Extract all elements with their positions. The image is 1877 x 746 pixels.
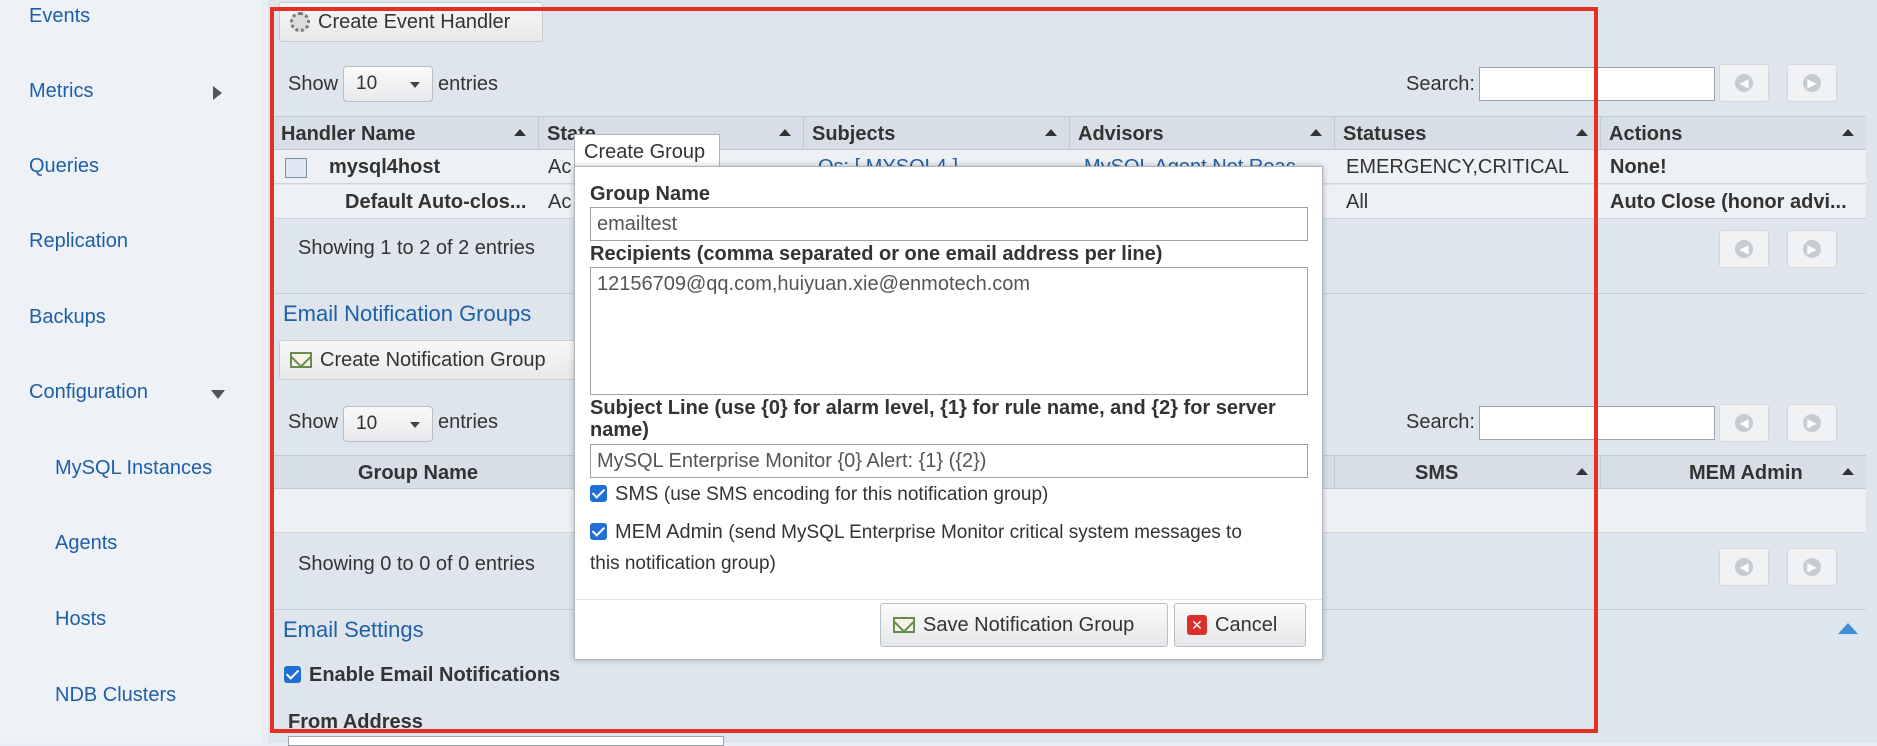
sms-checkbox[interactable]: SMS (use SMS encoding for this notificat… [590,483,1048,506]
sort-icon [1576,468,1588,475]
sort-icon [1842,129,1854,136]
close-icon: ✕ [1187,615,1207,635]
sidebar-item-hosts[interactable]: Hosts [55,608,106,631]
create-event-handler-button[interactable]: Create Event Handler [279,2,543,42]
sort-icon [1045,129,1057,136]
next-page-button[interactable]: ▶ [1787,404,1837,442]
sidebar-item-queries[interactable]: Queries [29,155,99,178]
previous-page-button[interactable]: ◀ [1719,230,1769,268]
enable-email-notifications-checkbox[interactable]: Enable Email Notifications [284,664,560,687]
dialog-footer: Save Notification Group ✕ Cancel [575,599,1322,659]
arrow-right-icon: ▶ [1803,414,1821,432]
sidebar-item-configuration[interactable]: Configuration [29,381,148,404]
arrow-left-icon: ◀ [1735,74,1753,92]
recipients-textarea[interactable]: 12156709@qq.com,huiyuan.xie@enmotech.com [590,267,1308,395]
table-icon [285,158,307,178]
column-header-advisors[interactable]: Advisors [1070,117,1335,151]
sort-icon [514,129,526,136]
checkbox-checked-icon[interactable] [284,666,301,683]
subject-line-input[interactable] [590,444,1308,478]
sort-icon [1310,129,1322,136]
mem-admin-hint: this notification group) [590,553,776,574]
collapse-arrow-icon[interactable] [211,390,225,399]
sort-icon [1576,129,1588,136]
sidebar-item-mysql-instances[interactable]: MySQL Instances [55,457,212,480]
arrow-right-icon: ▶ [1803,558,1821,576]
show-label: Show [288,411,339,433]
chevron-down-icon [410,82,420,88]
previous-page-button[interactable]: ◀ [1719,404,1769,442]
from-address-label: From Address [288,711,423,733]
sidebar-item-replication[interactable]: Replication [29,230,128,253]
next-page-button[interactable]: ▶ [1787,64,1837,102]
create-notification-group-button[interactable]: Create Notification Group [279,340,585,380]
gear-icon [290,12,310,32]
page-size-select[interactable]: 10 [343,406,433,442]
table-summary: Showing 1 to 2 of 2 entries [298,237,535,259]
mem-admin-checkbox[interactable]: MEM Admin (send MySQL Enterprise Monitor… [590,521,1242,544]
sidebar-item-agents[interactable]: Agents [55,532,117,555]
checkbox-checked-icon[interactable] [590,523,607,540]
arrow-left-icon: ◀ [1735,414,1753,432]
previous-page-button[interactable]: ◀ [1719,64,1769,102]
mail-icon [893,617,915,633]
entries-label: entries [438,73,499,95]
table-summary: Showing 0 to 0 of 0 entries [298,553,535,575]
search-input[interactable] [1479,67,1715,101]
sidebar-item-events[interactable]: Events [29,5,90,28]
column-header-mem-admin[interactable]: MEM Admin [1601,456,1866,490]
event-handler-table-header: Handler Name State Subjects Advisors Sta… [273,116,1866,151]
group-name-label: Group Name [590,183,711,205]
recipients-label: Recipients (comma separated or one email… [590,243,1163,265]
chevron-down-icon [410,422,420,428]
cancel-button[interactable]: ✕ Cancel [1174,603,1306,647]
mail-icon [290,352,312,368]
sidebar-item-ndb-clusters[interactable]: NDB Clusters [55,684,176,707]
arrow-right-icon: ▶ [1803,74,1821,92]
search-input[interactable] [1479,406,1715,440]
create-group-dialog: Group Name Recipients (comma separated o… [574,166,1323,660]
search-label: Search: [1406,73,1475,95]
collapse-icon[interactable] [1838,623,1858,634]
sort-icon [779,129,791,136]
save-notification-group-button[interactable]: Save Notification Group [880,603,1168,647]
expand-arrow-icon[interactable] [213,86,222,100]
entries-label: entries [438,411,499,433]
next-page-button[interactable]: ▶ [1787,548,1837,586]
column-header-subjects[interactable]: Subjects [804,117,1070,151]
show-label: Show [288,73,339,95]
subject-line-label: Subject Line (use {0} for alarm level, {… [590,397,1276,419]
column-header-actions[interactable]: Actions [1601,117,1866,151]
sort-icon [1842,468,1854,475]
column-header-statuses[interactable]: Statuses [1335,117,1601,151]
previous-page-button[interactable]: ◀ [1719,548,1769,586]
column-header-sms[interactable]: SMS [1335,456,1601,490]
subject-line-label-cont: name) [590,419,649,441]
arrow-left-icon: ◀ [1735,558,1753,576]
checkbox-checked-icon[interactable] [590,485,607,502]
arrow-left-icon: ◀ [1735,240,1753,258]
column-header-handler-name[interactable]: Handler Name [273,117,539,151]
next-page-button[interactable]: ▶ [1787,230,1837,268]
page-size-select[interactable]: 10 [343,66,433,102]
from-address-input[interactable] [288,736,724,746]
arrow-right-icon: ▶ [1803,240,1821,258]
dialog-title: Create Group [574,134,720,168]
sidebar: Events Metrics Queries Replication Backu… [0,0,262,743]
search-label: Search: [1406,411,1475,433]
group-name-input[interactable] [590,207,1308,241]
sidebar-item-metrics[interactable]: Metrics [29,80,93,103]
sidebar-item-backups[interactable]: Backups [29,306,106,329]
